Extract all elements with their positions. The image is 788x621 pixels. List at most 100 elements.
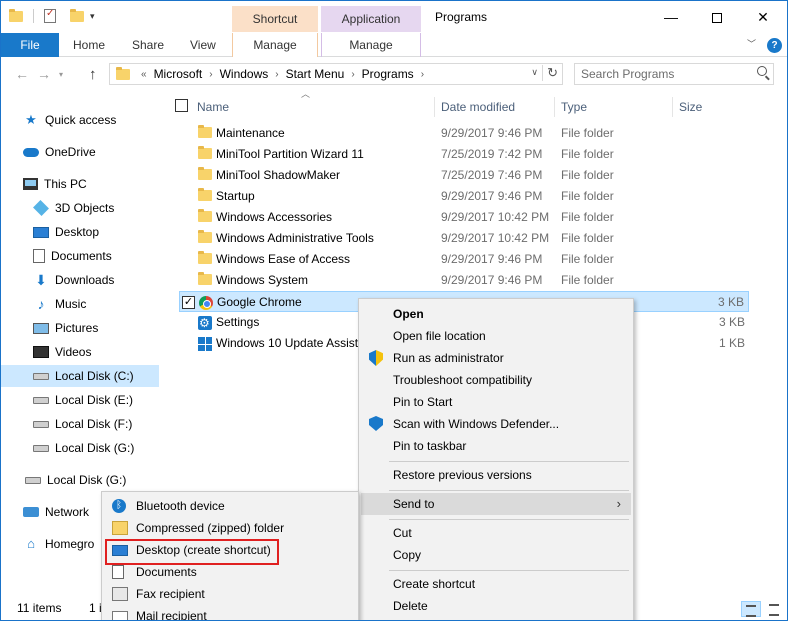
menu-item-open-file-location[interactable]: Open file location xyxy=(361,325,631,347)
new-folder-icon[interactable] xyxy=(70,8,84,22)
sidebar-item-desktop[interactable]: Desktop xyxy=(33,221,99,243)
sidebar-item-local-disk-g-root[interactable]: Local Disk (G:) xyxy=(25,469,126,491)
chevron-right-icon[interactable]: › xyxy=(421,69,424,80)
send-to-bluetooth[interactable]: ᛒ Bluetooth device xyxy=(104,495,356,517)
application-tools-tab: Application Tools xyxy=(321,6,421,52)
properties-icon[interactable] xyxy=(44,8,56,23)
forward-icon[interactable]: → xyxy=(37,66,51,82)
sidebar-item-onedrive[interactable]: OneDrive xyxy=(23,141,96,163)
large-icons-view-icon[interactable] xyxy=(765,601,783,617)
file-row[interactable]: MiniTool Partition Wizard 11 7/25/2019 7… xyxy=(179,144,749,165)
folder-icon[interactable] xyxy=(9,8,23,22)
minimize-button[interactable]: — xyxy=(648,1,694,33)
file-row[interactable]: MiniTool ShadowMaker 7/25/2019 7:46 PM F… xyxy=(179,165,749,186)
send-to-fax[interactable]: Fax recipient xyxy=(104,583,356,605)
menu-item-pin-to-taskbar[interactable]: Pin to taskbar xyxy=(361,435,631,457)
search-input[interactable]: Search Programs xyxy=(574,63,774,85)
file-row[interactable]: Startup 9/29/2017 9:46 PM File folder xyxy=(179,186,749,207)
sidebar-item-label: Quick access xyxy=(45,113,117,127)
sidebar-item-music[interactable]: ♪ Music xyxy=(33,293,87,315)
menu-item-label: Mail recipient xyxy=(136,609,207,621)
chevron-right-icon[interactable]: › xyxy=(275,69,278,80)
column-header-name[interactable]: Name xyxy=(191,97,435,117)
tab-file[interactable]: File xyxy=(1,33,59,57)
column-header-size[interactable]: Size xyxy=(673,97,749,117)
file-row[interactable]: Maintenance 9/29/2017 9:46 PM File folde… xyxy=(179,123,749,144)
address-bar[interactable]: « Microsoft › Windows › Start Menu › Pro… xyxy=(109,63,563,85)
tab-manage-shortcut[interactable]: Manage xyxy=(232,33,318,57)
menu-item-open[interactable]: Open xyxy=(361,303,631,325)
close-button[interactable]: ✕ xyxy=(740,1,786,33)
send-to-mail[interactable]: Mail recipient xyxy=(104,605,356,621)
menu-item-create-shortcut[interactable]: Create shortcut xyxy=(361,573,631,595)
file-date: 9/29/2017 9:46 PM xyxy=(441,273,543,287)
tab-view[interactable]: View xyxy=(190,33,216,57)
up-icon[interactable]: ↑ xyxy=(89,66,97,83)
windows-logo-icon xyxy=(198,337,212,351)
sidebar-item-network[interactable]: Network xyxy=(23,501,89,523)
sidebar-item-label: Homegro xyxy=(45,537,95,551)
sidebar-item-local-disk-f[interactable]: Local Disk (F:) xyxy=(33,413,132,435)
chevron-right-icon: › xyxy=(616,496,621,511)
breadcrumb-windows[interactable]: Windows xyxy=(220,67,269,81)
menu-item-delete[interactable]: Delete xyxy=(361,595,631,617)
sidebar-item-documents[interactable]: Documents xyxy=(33,245,112,267)
file-type: File folder xyxy=(561,126,614,140)
back-icon[interactable]: ← xyxy=(15,66,29,82)
refresh-icon[interactable]: ↻ xyxy=(542,65,558,81)
menu-item-restore-versions[interactable]: Restore previous versions xyxy=(361,464,631,486)
send-to-zip[interactable]: Compressed (zipped) folder xyxy=(104,517,356,539)
menu-item-label: Fax recipient xyxy=(136,587,205,601)
sidebar-item-pictures[interactable]: Pictures xyxy=(33,317,98,339)
chevron-down-icon[interactable]: ∨ xyxy=(531,67,538,78)
sidebar-item-downloads[interactable]: ⬇ Downloads xyxy=(33,269,114,291)
menu-item-pin-to-start[interactable]: Pin to Start xyxy=(361,391,631,413)
file-row[interactable]: Windows Accessories 9/29/2017 10:42 PM F… xyxy=(179,207,749,228)
overflow-crumb[interactable]: « xyxy=(141,69,147,80)
file-row[interactable]: Windows Administrative Tools 9/29/2017 1… xyxy=(179,228,749,249)
chevron-right-icon[interactable]: › xyxy=(209,69,212,80)
settings-icon xyxy=(198,313,212,334)
sidebar-item-label: Local Disk (F:) xyxy=(55,417,133,431)
help-icon[interactable]: ? xyxy=(767,38,782,53)
chevron-right-icon[interactable]: › xyxy=(351,69,354,80)
menu-item-run-as-admin[interactable]: Run as administrator xyxy=(361,347,631,369)
select-all-checkbox[interactable] xyxy=(175,99,188,112)
menu-item-send-to[interactable]: Send to › xyxy=(361,493,631,515)
file-name: Windows 10 Update Assista xyxy=(216,336,365,350)
sidebar-item-3d-objects[interactable]: 3D Objects xyxy=(33,197,114,219)
quick-access-toolbar: ▾ xyxy=(9,8,95,23)
context-menu: Open Open file location Run as administr… xyxy=(358,298,634,620)
sidebar-item-local-disk-c[interactable]: Local Disk (C:) xyxy=(1,365,159,387)
expand-ribbon-icon[interactable]: ﹀ xyxy=(747,37,756,50)
sidebar-item-this-pc[interactable]: This PC xyxy=(23,173,87,195)
sidebar-item-quick-access[interactable]: ★ Quick access xyxy=(23,109,116,131)
maximize-button[interactable] xyxy=(694,1,740,33)
tab-home[interactable]: Home xyxy=(73,33,105,57)
details-view-icon[interactable] xyxy=(741,601,761,617)
sidebar-item-local-disk-e[interactable]: Local Disk (E:) xyxy=(33,389,133,411)
breadcrumb-start-menu[interactable]: Start Menu xyxy=(286,67,345,81)
column-header-type[interactable]: Type xyxy=(555,97,673,117)
sidebar-item-homegroup[interactable]: ⌂ Homegro xyxy=(23,533,94,555)
menu-item-copy[interactable]: Copy xyxy=(361,544,631,566)
tab-manage-application[interactable]: Manage xyxy=(321,33,421,57)
sidebar-item-local-disk-g[interactable]: Local Disk (G:) xyxy=(33,437,134,459)
file-row[interactable]: Windows System 9/29/2017 9:46 PM File fo… xyxy=(179,270,749,291)
recent-locations-icon[interactable]: ▾ xyxy=(59,70,63,79)
sidebar-item-videos[interactable]: Videos xyxy=(33,341,91,363)
breadcrumb-microsoft[interactable]: Microsoft xyxy=(154,67,203,81)
column-header-date[interactable]: Date modified xyxy=(435,97,555,117)
file-name: Settings xyxy=(216,315,260,329)
file-name: Windows Ease of Access xyxy=(216,252,351,266)
file-row[interactable]: Windows Ease of Access 9/29/2017 9:46 PM… xyxy=(179,249,749,270)
menu-divider xyxy=(389,570,629,571)
breadcrumb-programs[interactable]: Programs xyxy=(362,67,414,81)
menu-item-cut[interactable]: Cut xyxy=(361,522,631,544)
menu-item-scan-defender[interactable]: Scan with Windows Defender... xyxy=(361,413,631,435)
menu-item-troubleshoot[interactable]: Troubleshoot compatibility xyxy=(361,369,631,391)
customize-toolbar-icon[interactable]: ▾ xyxy=(90,11,95,22)
row-checkbox[interactable]: ✓ xyxy=(182,296,195,309)
tab-share[interactable]: Share xyxy=(132,33,164,57)
file-date: 9/29/2017 9:46 PM xyxy=(441,252,543,266)
